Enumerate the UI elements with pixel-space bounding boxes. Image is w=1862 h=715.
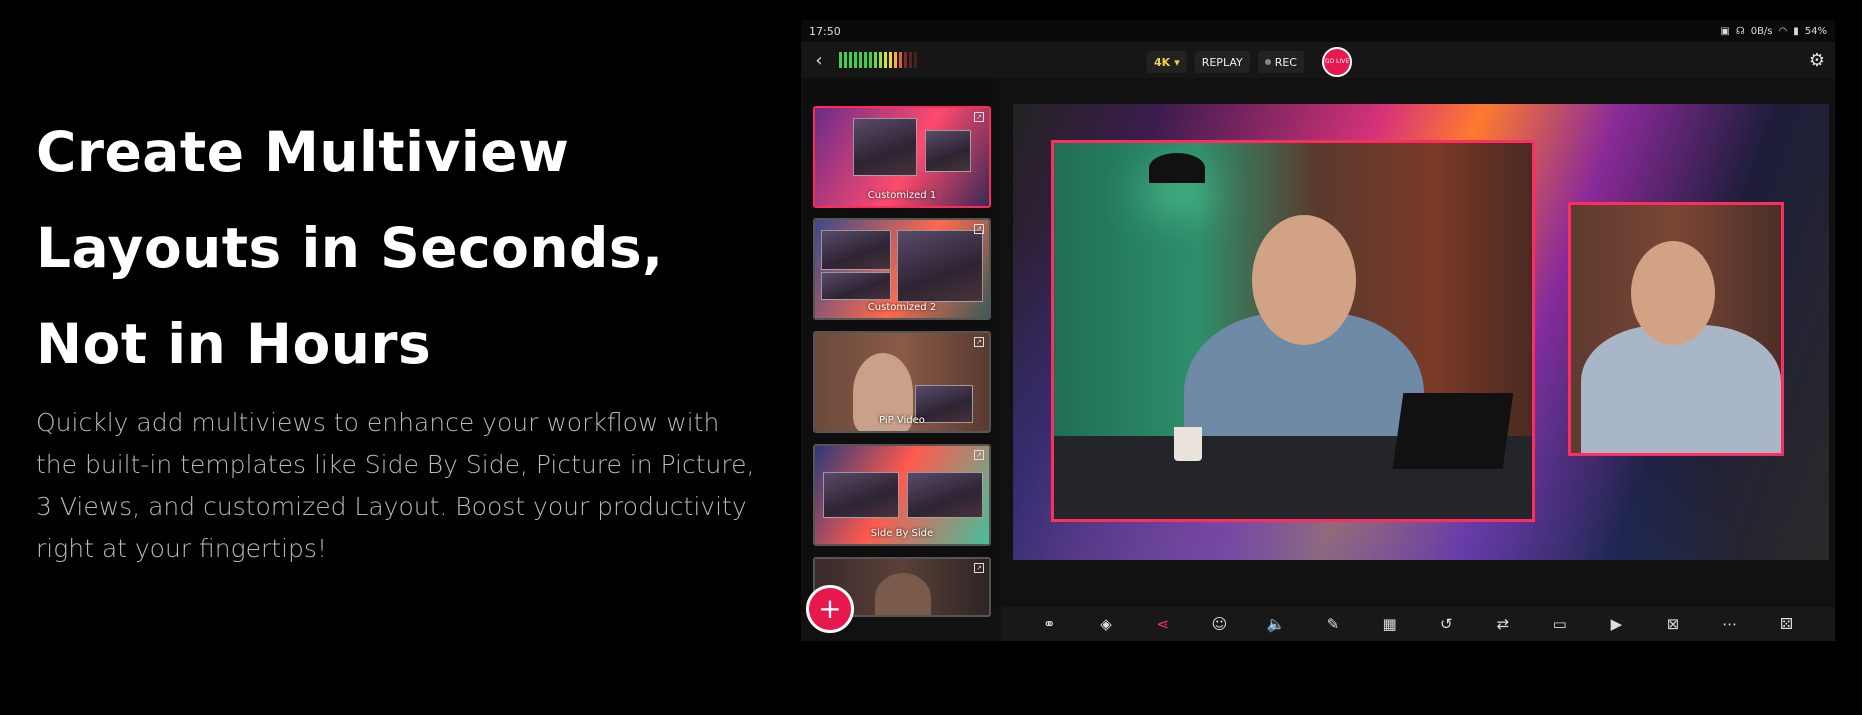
- app-screenshot: 17:50 ▣ ☊ 0B/s ◠ ▮ 54% ‹ 4K ▾ REPLAY REC…: [801, 20, 1835, 641]
- layout-thumb-customized-1[interactable]: ↗ Customized 1: [813, 106, 991, 208]
- host-head: [1252, 215, 1356, 345]
- caret-down-icon: ▾: [1174, 55, 1180, 69]
- status-time: 17:50: [809, 24, 841, 38]
- layout-label: PiP Video: [879, 415, 925, 426]
- layout-thumb-pip-video[interactable]: ↗ PiP Video: [813, 331, 991, 433]
- guests-icon[interactable]: ☺: [1207, 615, 1231, 633]
- meter-bar: [894, 52, 897, 68]
- mug: [1174, 427, 1202, 461]
- thumb-person: [875, 573, 931, 615]
- layout-thumb-customized-2[interactable]: ↗ Customized 2: [813, 218, 991, 320]
- layout-icon[interactable]: ⊠: [1661, 615, 1685, 633]
- scenes-icon[interactable]: ⚭: [1037, 615, 1061, 633]
- guest-body: [1581, 325, 1781, 453]
- thumb-pane: [925, 130, 971, 172]
- battery-level: 54%: [1804, 25, 1827, 37]
- meter-bar: [859, 52, 862, 68]
- switch-icon[interactable]: ⇄: [1491, 615, 1515, 633]
- thumb-pane: [821, 230, 891, 270]
- thumb-pane: [907, 472, 983, 518]
- rec-dot-icon: [1264, 59, 1271, 65]
- top-toolbar: ‹ 4K ▾ REPLAY REC GO LIVE ⚙: [801, 42, 1835, 78]
- popout-icon[interactable]: ↗: [974, 224, 984, 234]
- layout-label: Customized 1: [867, 190, 937, 201]
- status-bar: 17:50 ▣ ☊ 0B/s ◠ ▮ 54%: [801, 20, 1835, 42]
- popout-icon[interactable]: ↗: [974, 563, 984, 573]
- more-icon[interactable]: ⋯: [1718, 615, 1742, 633]
- thumb-pane: [823, 472, 899, 518]
- meter-bar: [914, 52, 917, 68]
- meter-bar: [889, 52, 892, 68]
- add-layout-button[interactable]: +: [806, 585, 854, 633]
- hero: Create Multiview Layouts in Seconds, Not…: [36, 104, 756, 570]
- thumb-pane: [853, 118, 917, 176]
- battery-icon: ▮: [1793, 25, 1799, 37]
- net-speed: 0B/s: [1750, 25, 1773, 37]
- dice-icon[interactable]: ⚄: [1774, 615, 1798, 633]
- lamp: [1149, 153, 1205, 183]
- popout-icon[interactable]: ↗: [974, 337, 984, 347]
- meter-bar: [874, 52, 877, 68]
- rec-button[interactable]: REC: [1257, 51, 1304, 73]
- popout-icon[interactable]: ↗: [974, 112, 984, 122]
- layout-label: Side By Side: [870, 528, 934, 539]
- edit-icon[interactable]: ✎: [1321, 615, 1345, 633]
- meter-bar: [854, 52, 857, 68]
- sd-icon: ▣: [1720, 25, 1730, 37]
- hero-title-line: Not in Hours: [36, 312, 432, 376]
- headphones-icon: ☊: [1735, 25, 1745, 37]
- thumb-pane: [821, 272, 891, 300]
- quality-value: 4K: [1154, 55, 1171, 69]
- guest-camera-feed[interactable]: [1568, 202, 1784, 456]
- guest-head: [1631, 241, 1715, 345]
- top-controls: 4K ▾ REPLAY REC GO LIVE: [1147, 47, 1352, 77]
- meter-bar: [844, 52, 847, 68]
- popout-icon[interactable]: ↗: [974, 450, 984, 460]
- back-icon[interactable]: ‹: [805, 50, 833, 71]
- multiview-icon[interactable]: ⋖: [1151, 615, 1175, 633]
- audio-meter: [839, 52, 917, 68]
- meter-bar: [879, 52, 882, 68]
- hero-title: Create Multiview Layouts in Seconds, Not…: [36, 104, 756, 392]
- go-live-button[interactable]: GO LIVE: [1322, 47, 1352, 77]
- main-camera-feed[interactable]: [1051, 140, 1535, 522]
- meter-bar: [909, 52, 912, 68]
- hero-title-line: Layouts in Seconds,: [36, 216, 664, 280]
- meter-bar: [869, 52, 872, 68]
- comments-icon[interactable]: ▭: [1548, 615, 1572, 633]
- thumb-pane: [897, 230, 983, 302]
- meter-bar: [839, 52, 842, 68]
- preview-stage[interactable]: [1013, 104, 1829, 560]
- hero-subtitle: Quickly add multiviews to enhance your w…: [36, 408, 755, 563]
- audio-icon[interactable]: 🔈: [1264, 615, 1288, 633]
- meter-bar: [904, 52, 907, 68]
- layout-label: Customized 2: [867, 302, 937, 313]
- bottom-toolbar: ⚭ ◈ ⋖ ☺ 🔈 ✎ ▦ ↺ ⇄ ▭ ▶ ⊠ ⋯ ⚄: [1001, 607, 1835, 641]
- status-icons: ▣ ☊ 0B/s ◠ ▮ 54%: [1720, 26, 1827, 37]
- meter-bar: [884, 52, 887, 68]
- rec-label: REC: [1274, 55, 1297, 69]
- hero-title-line: Create Multiview: [36, 120, 570, 184]
- camera-icon[interactable]: ▶: [1604, 615, 1628, 633]
- meter-bar: [899, 52, 902, 68]
- laptop: [1392, 393, 1514, 469]
- meter-bar: [849, 52, 852, 68]
- replay-button[interactable]: REPLAY: [1194, 51, 1250, 73]
- replay-label: REPLAY: [1201, 55, 1243, 69]
- score-icon[interactable]: ▦: [1378, 615, 1402, 633]
- quality-dropdown[interactable]: 4K ▾: [1147, 51, 1187, 73]
- layers-icon[interactable]: ◈: [1094, 615, 1118, 633]
- gear-icon[interactable]: ⚙: [1809, 50, 1825, 71]
- wifi-icon: ◠: [1778, 25, 1788, 37]
- meter-bar: [864, 52, 867, 68]
- layout-thumb-side-by-side[interactable]: ↗ Side By Side: [813, 444, 991, 546]
- replay-icon[interactable]: ↺: [1434, 615, 1458, 633]
- layout-list: ↗ Customized 1 ↗ Customized 2 ↗ PiP Vide…: [801, 78, 993, 617]
